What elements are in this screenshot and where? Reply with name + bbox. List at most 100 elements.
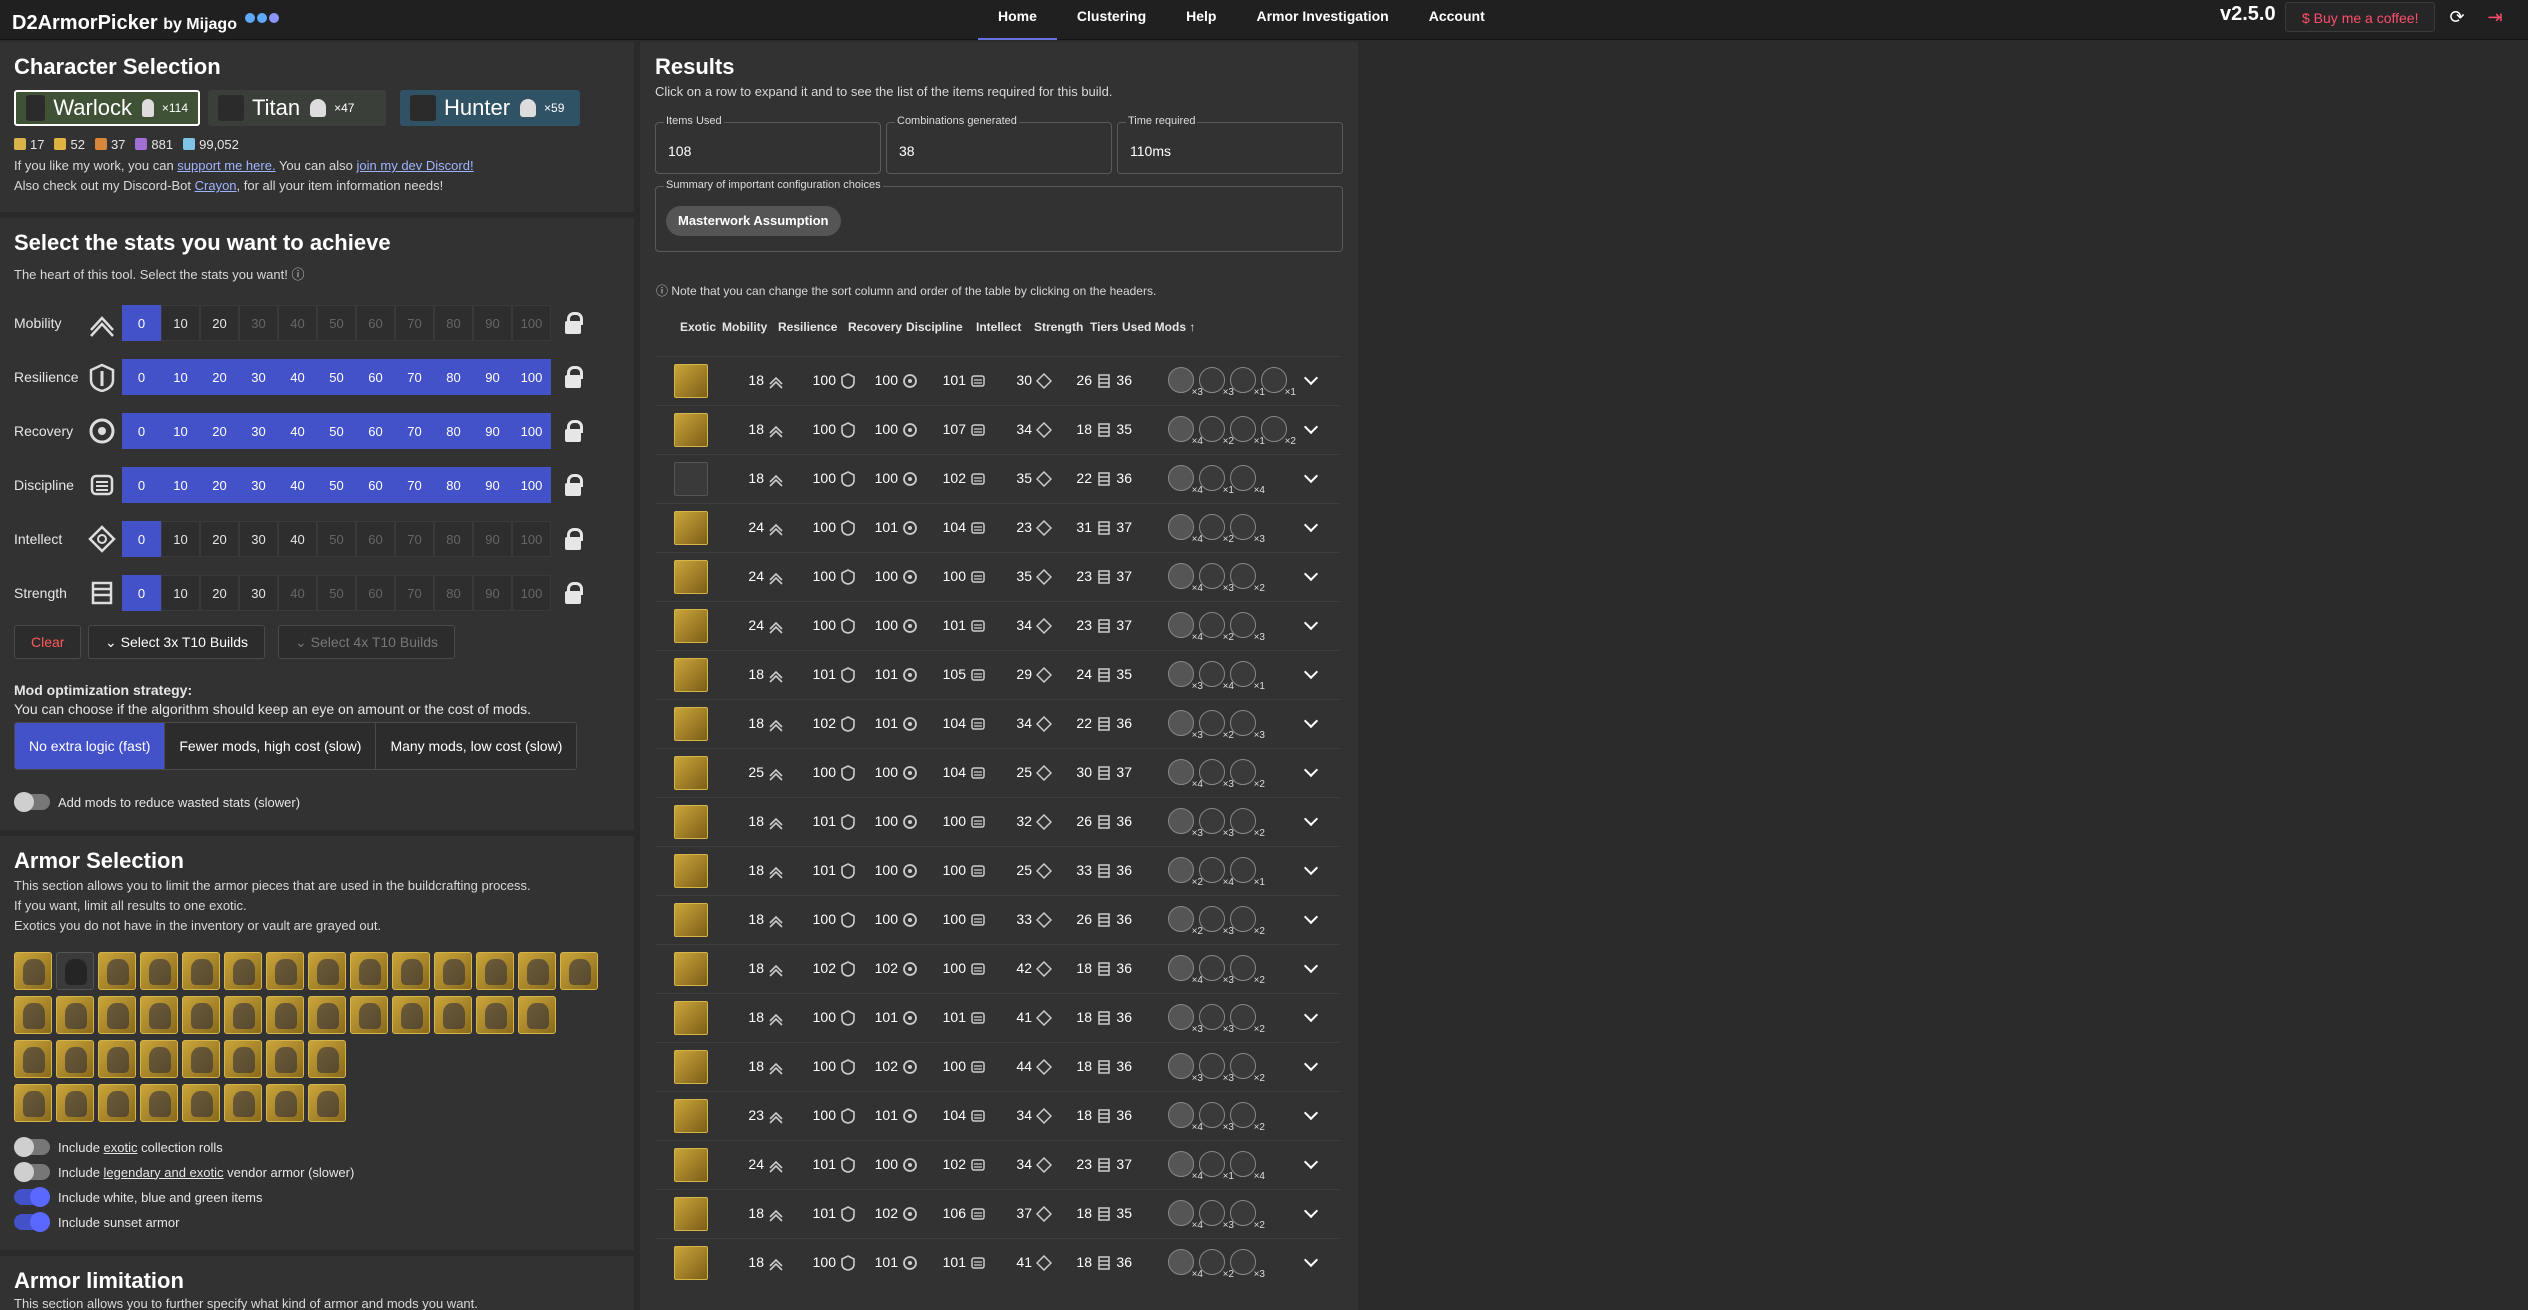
stat-tier-button[interactable]: 70 (395, 413, 434, 449)
stat-tier-button[interactable]: 40 (278, 413, 317, 449)
crayon-link[interactable]: Crayon (195, 178, 237, 193)
exotic-item[interactable] (350, 952, 388, 990)
exotic-item[interactable] (56, 996, 94, 1034)
stat-tier-button[interactable]: 20 (200, 467, 239, 503)
chevron-down-icon[interactable] (1303, 958, 1319, 974)
tab-home[interactable]: Home (978, 0, 1057, 40)
exotic-item[interactable] (392, 996, 430, 1034)
exotic-item[interactable] (56, 1084, 94, 1122)
stat-tier-button[interactable]: 40 (278, 575, 317, 611)
stat-tier-button[interactable]: 100 (512, 413, 551, 449)
refresh-icon[interactable]: ⟳ (2446, 6, 2468, 28)
stat-tier-button[interactable]: 100 (512, 575, 551, 611)
result-row[interactable]: 24 101 100 102 34 23 37 (656, 1140, 1340, 1188)
stat-tier-button[interactable]: 40 (278, 305, 317, 341)
stat-tier-button[interactable]: 80 (434, 467, 473, 503)
exotic-item[interactable] (308, 952, 346, 990)
lock-icon[interactable] (563, 528, 583, 550)
stat-tier-button[interactable]: 90 (473, 413, 512, 449)
stat-tier-button[interactable]: 20 (200, 305, 239, 341)
exotic-item[interactable] (266, 952, 304, 990)
exotic-item[interactable] (308, 1040, 346, 1078)
result-row[interactable]: 24 100 100 100 35 23 37 (656, 552, 1340, 600)
clear-button[interactable]: Clear (14, 625, 82, 659)
col-resilience[interactable]: Resilience (778, 320, 848, 344)
toggle-switch[interactable] (14, 792, 50, 812)
col-discipline[interactable]: Discipline (906, 320, 976, 344)
exotic-item[interactable] (518, 952, 556, 990)
chevron-down-icon[interactable] (1303, 909, 1319, 925)
stat-tier-button[interactable]: 10 (161, 575, 200, 611)
tab-clustering[interactable]: Clustering (1057, 0, 1166, 40)
chevron-down-icon[interactable] (1303, 713, 1319, 729)
tab-help[interactable]: Help (1166, 0, 1236, 40)
stat-tier-button[interactable]: 20 (200, 359, 239, 395)
chevron-down-icon[interactable] (1303, 1154, 1319, 1170)
stat-tier-button[interactable]: 30 (239, 521, 278, 557)
stat-tier-button[interactable]: 80 (434, 575, 473, 611)
select-3x-t10-button[interactable]: ⌄ Select 3x T10 Builds (88, 625, 265, 659)
chevron-down-icon[interactable] (1303, 1105, 1319, 1121)
strategy-option-fast[interactable]: No extra logic (fast) (15, 723, 166, 769)
stat-tier-button[interactable]: 10 (161, 413, 200, 449)
lock-icon[interactable] (563, 474, 583, 496)
exotic-item[interactable] (98, 1040, 136, 1078)
chevron-down-icon[interactable] (1303, 762, 1319, 778)
stat-tier-button[interactable]: 10 (161, 467, 200, 503)
col-tiers[interactable]: Tiers (1090, 320, 1122, 344)
lock-icon[interactable] (563, 420, 583, 442)
exotic-item[interactable] (14, 1040, 52, 1078)
exotic-item[interactable] (350, 996, 388, 1034)
stat-tier-button[interactable]: 50 (317, 575, 356, 611)
exotic-item[interactable] (140, 1040, 178, 1078)
reduce-waste-toggle[interactable]: Add mods to reduce wasted stats (slower) (14, 792, 300, 812)
exotic-item[interactable] (182, 952, 220, 990)
stat-tier-button[interactable]: 20 (200, 575, 239, 611)
stat-tier-button[interactable]: 90 (473, 305, 512, 341)
exotic-item[interactable] (434, 952, 472, 990)
result-row[interactable]: 24 100 101 104 23 31 37 (656, 503, 1340, 551)
chevron-down-icon[interactable] (1303, 811, 1319, 827)
exotic-item[interactable] (308, 1084, 346, 1122)
chevron-down-icon[interactable] (1303, 370, 1319, 386)
class-titan-button[interactable]: Titan ×47 (208, 90, 386, 126)
toggle-switch[interactable] (14, 1187, 50, 1207)
stat-tier-button[interactable]: 40 (278, 359, 317, 395)
exotic-item[interactable] (434, 996, 472, 1034)
stat-tier-button[interactable]: 100 (512, 305, 551, 341)
mastodon-icon[interactable] (256, 13, 267, 23)
chevron-down-icon[interactable] (1303, 860, 1319, 876)
result-row[interactable]: 18 102 101 104 34 22 36 (656, 699, 1340, 747)
stat-tier-button[interactable]: 60 (356, 359, 395, 395)
stat-tier-button[interactable]: 10 (161, 305, 200, 341)
stat-tier-button[interactable]: 0 (122, 359, 161, 395)
result-row[interactable]: 18 100 100 101 30 26 36 (656, 356, 1340, 404)
tab-armor-investigation[interactable]: Armor Investigation (1236, 0, 1408, 40)
exotic-item[interactable] (266, 996, 304, 1034)
stat-tier-button[interactable]: 70 (395, 467, 434, 503)
stat-tier-button[interactable]: 100 (512, 521, 551, 557)
exotic-item[interactable] (266, 1040, 304, 1078)
stat-tier-button[interactable]: 70 (395, 521, 434, 557)
class-warlock-button[interactable]: Warlock ×114 (14, 90, 200, 126)
exotic-item[interactable] (56, 1040, 94, 1078)
twitter-icon[interactable] (244, 13, 255, 23)
vendor-link[interactable]: legendary and exotic (104, 1165, 224, 1180)
logout-icon[interactable]: ⇥ (2484, 6, 2506, 28)
chevron-down-icon[interactable] (1303, 1252, 1319, 1268)
masterwork-assumption-chip[interactable]: Masterwork Assumption (666, 206, 841, 236)
stat-tier-button[interactable]: 0 (122, 467, 161, 503)
stat-tier-button[interactable]: 100 (512, 359, 551, 395)
result-row[interactable]: 18 101 102 106 37 18 35 (656, 1189, 1340, 1237)
exotic-item[interactable] (224, 1084, 262, 1122)
exotic-item[interactable] (14, 996, 52, 1034)
stat-tier-button[interactable]: 90 (473, 359, 512, 395)
stat-tier-button[interactable]: 80 (434, 413, 473, 449)
stat-tier-button[interactable]: 50 (317, 305, 356, 341)
vendor-armor-toggle[interactable]: Include legendary and exotic vendor armo… (14, 1162, 354, 1182)
chevron-down-icon[interactable] (1303, 615, 1319, 631)
exotic-item[interactable] (56, 952, 94, 990)
discord-icon[interactable] (268, 13, 279, 23)
stat-tier-button[interactable]: 80 (434, 305, 473, 341)
stat-tier-button[interactable]: 50 (317, 413, 356, 449)
